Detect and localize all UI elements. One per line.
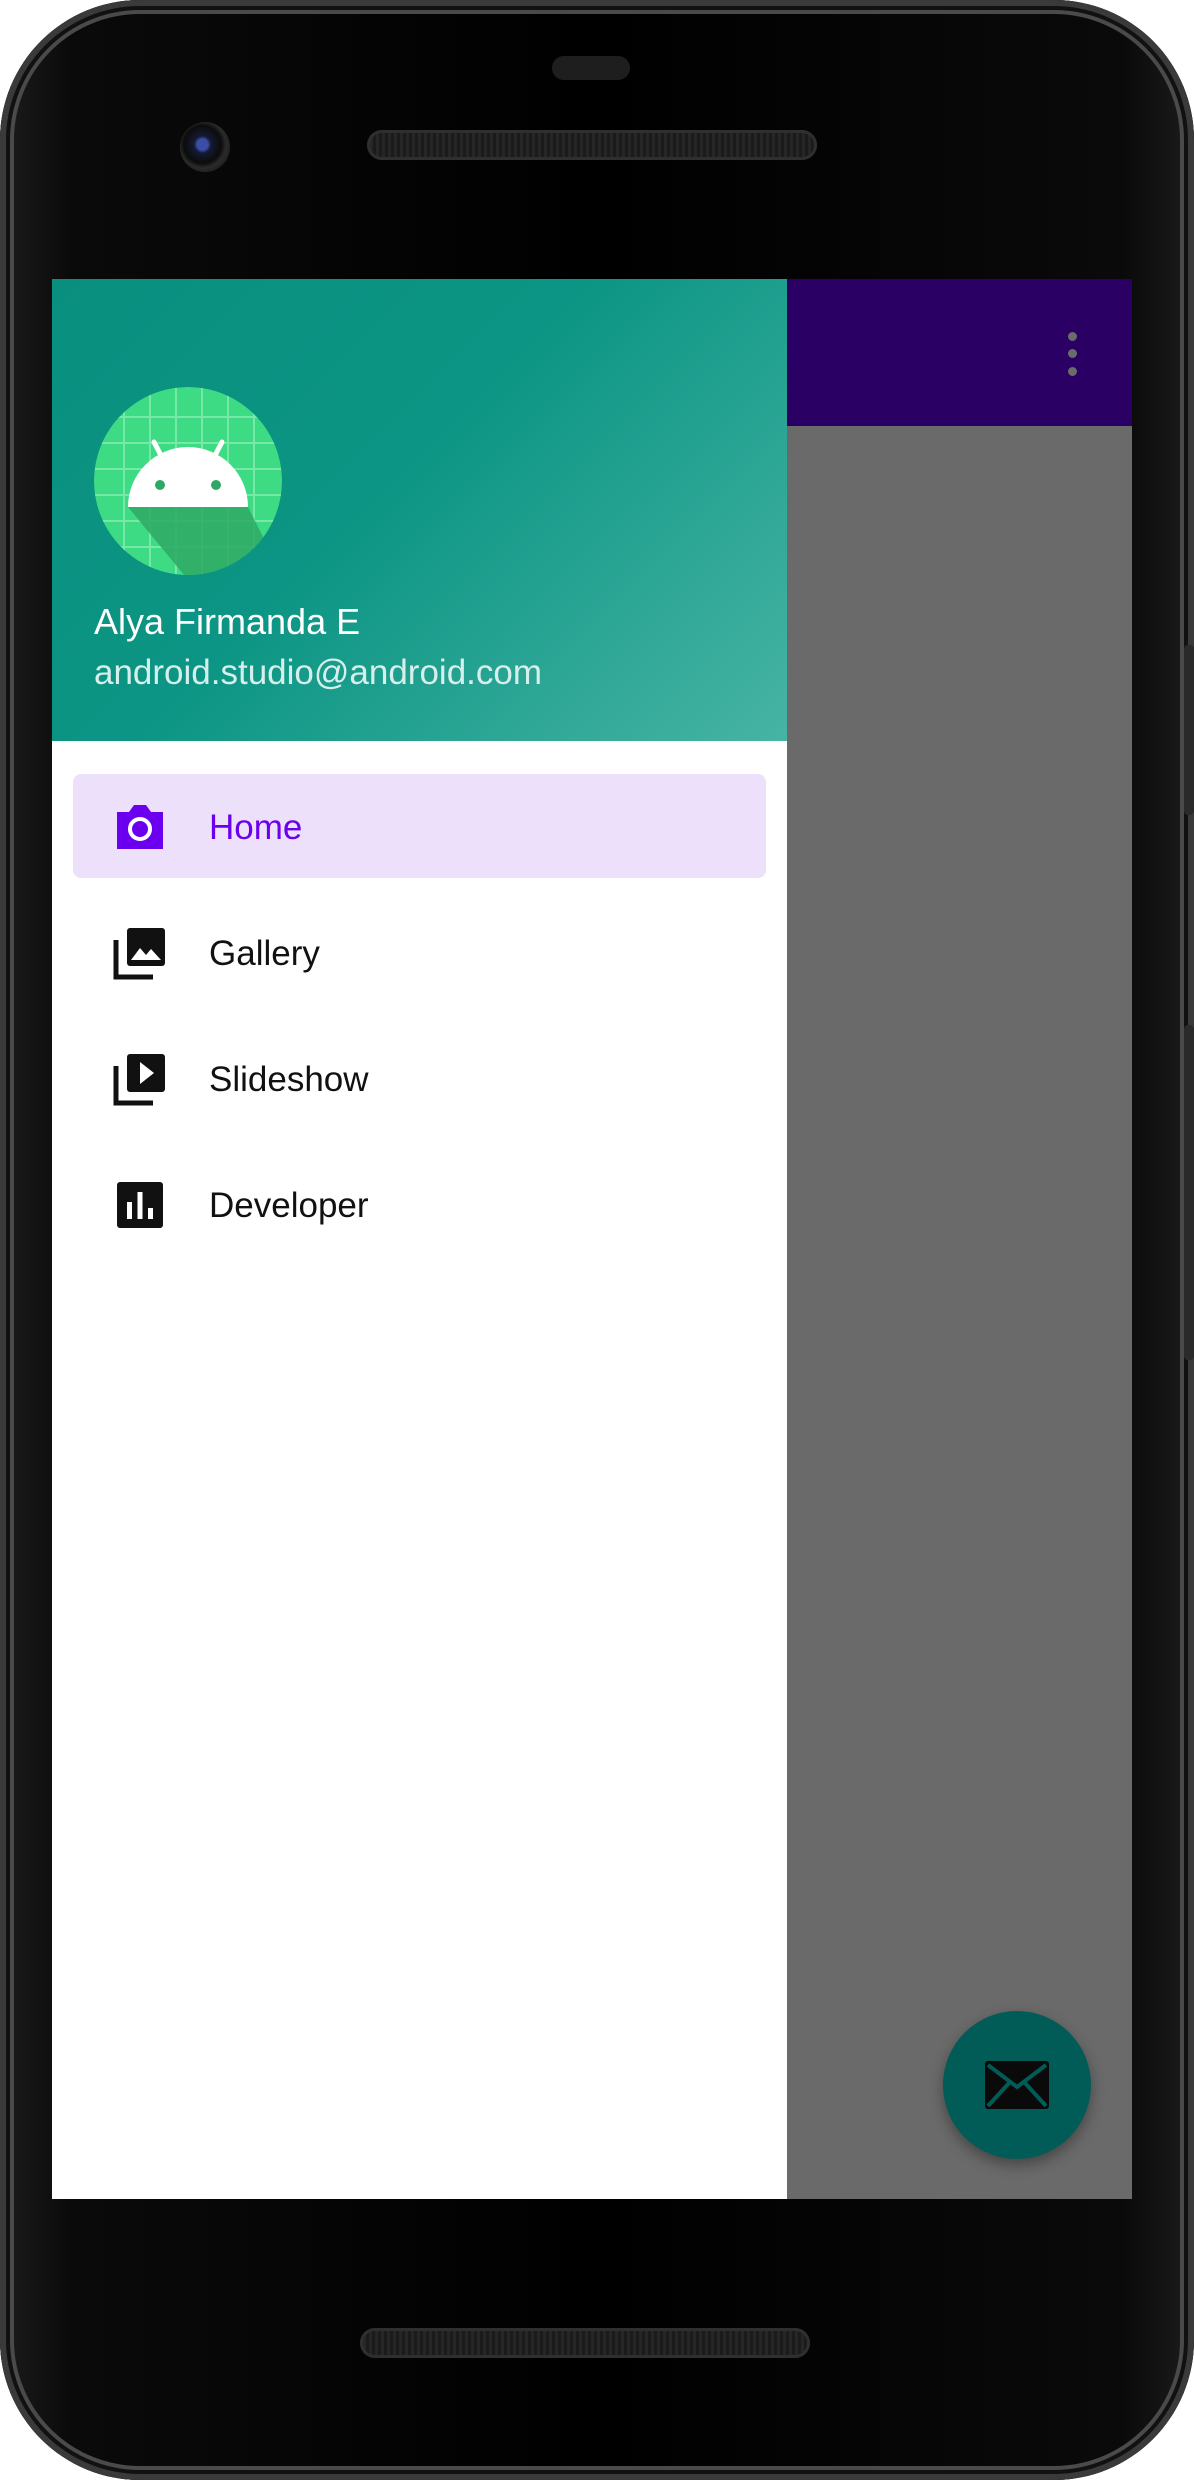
user-email: android.studio@android.com (94, 653, 543, 692)
camera-icon (117, 805, 163, 849)
bottom-speaker (360, 2328, 810, 2358)
photo-library-icon (113, 928, 165, 980)
nav-item-home[interactable]: Home (73, 774, 766, 878)
nav-item-label: Home (209, 808, 303, 847)
nav-item-developer[interactable]: Developer (73, 1152, 766, 1256)
nav-item-gallery[interactable]: Gallery (73, 900, 766, 1004)
user-name: Alya Firmanda E (94, 601, 361, 642)
navigation-drawer: Alya Firmanda E android.studio@android.c… (52, 279, 787, 2199)
screen: ent (52, 279, 1132, 2199)
bar-chart-icon (117, 1182, 163, 1228)
nav-item-slideshow[interactable]: Slideshow (73, 1026, 766, 1130)
avatar[interactable] (94, 387, 282, 575)
front-camera (180, 122, 230, 172)
nav-item-label: Developer (209, 1186, 369, 1225)
top-notch (552, 56, 630, 80)
more-vert-icon[interactable] (1062, 329, 1082, 379)
power-button[interactable] (1184, 645, 1194, 815)
phone-frame: ent (0, 0, 1194, 2480)
slideshow-icon (113, 1054, 165, 1106)
android-logo-icon (94, 387, 282, 575)
email-fab-button[interactable] (943, 2011, 1091, 2159)
drawer-header: Alya Firmanda E android.studio@android.c… (52, 279, 787, 741)
nav-item-label: Slideshow (209, 1060, 369, 1099)
volume-rocker[interactable] (1184, 1025, 1194, 1360)
email-icon (985, 2061, 1049, 2109)
nav-item-label: Gallery (209, 934, 320, 973)
earpiece-speaker (367, 130, 817, 160)
